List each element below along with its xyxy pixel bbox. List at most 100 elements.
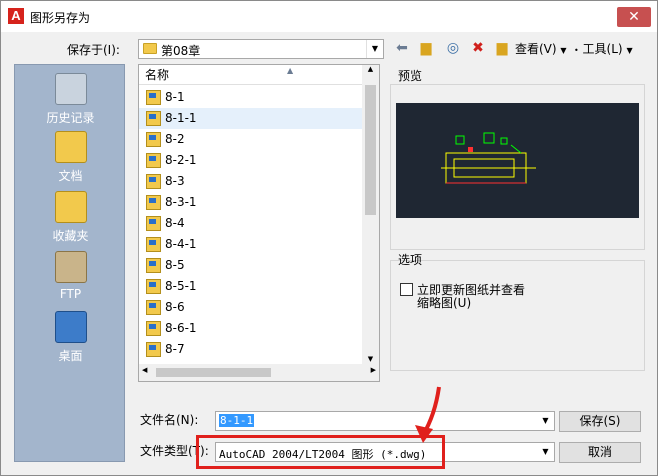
sidebar-item-label: 文档 [58,169,83,183]
file-row[interactable]: 8-2 [139,129,363,150]
file-row[interactable]: 8-5-1 [139,276,363,297]
places-sidebar: 历史记录 文档 收藏夹 FTP 桌面 [14,64,125,462]
file-row[interactable]: 8-1 [139,87,363,108]
dwg-file-icon [146,279,161,294]
file-row[interactable]: 8-1-1 [139,108,363,129]
file-row[interactable]: 8-3 [139,171,363,192]
scroll-left-icon[interactable]: ◀ [142,366,147,374]
view-menu-button[interactable]: 查看(V) ▼ [515,40,567,57]
scroll-down-icon[interactable]: ▼ [362,355,379,363]
desktop-icon [54,311,87,343]
dialog-title: 图形另存为 [30,11,91,25]
update-thumbnail-label-2: 缩略图(U) [417,296,472,310]
file-row[interactable]: 8-2-1 [139,150,363,171]
vertical-scrollbar[interactable]: ▲ ▼ [362,65,379,365]
file-row[interactable]: 8-7 [139,339,363,360]
annotation-arrow-icon [415,386,441,443]
file-row[interactable]: 8-5 [139,255,363,276]
save-in-label: 保存于(I): [67,43,120,57]
delete-icon[interactable]: ✖ [469,39,487,57]
preview-label: 预览 [398,69,423,83]
dwg-file-icon [146,195,161,210]
sort-up-icon: ▲ [287,66,294,75]
sidebar-item-history[interactable]: 历史记录 [15,73,126,126]
file-name: 8-3-1 [165,195,197,209]
options-group [390,260,645,371]
sidebar-item-documents[interactable]: 文档 [15,131,126,184]
file-list[interactable]: 名称 ▲ 8-1 8-1-1 8-2 8-2-1 8-3 8-3-1 8-4 8-4-1 8-5… [138,64,380,382]
dwg-file-icon [146,258,161,273]
chevron-down-icon: ▼ [560,46,567,55]
documents-icon [54,131,87,163]
sidebar-item-favorites[interactable]: 收藏夹 [15,191,126,244]
file-rows: 8-1 8-1-1 8-2 8-2-1 8-3 8-3-1 8-4 8-4-1 8-5 8-5-1… [139,87,363,360]
history-icon [54,73,87,105]
back-arrow-icon[interactable]: ⬅ [393,39,411,57]
save-button[interactable]: 保存(S) [559,411,641,432]
close-button[interactable]: ✕ [617,7,651,27]
file-name: 8-1 [165,90,185,104]
column-header-name[interactable]: 名称 ▲ [139,65,363,85]
sidebar-item-desktop[interactable]: 桌面 [15,311,126,364]
save-in-value: 第08章 [161,44,201,58]
dwg-file-icon [146,237,161,252]
file-row[interactable]: 8-6-1 [139,318,363,339]
new-folder-icon[interactable]: ▆ [493,39,511,57]
highlight-annotation-box [196,435,445,469]
update-thumbnail-checkbox[interactable] [400,283,413,296]
dwg-file-icon [146,300,161,315]
file-name: 8-1-1 [165,111,197,125]
autocad-logo-icon: A [8,8,24,24]
filename-value: 8-1-1 [219,414,255,427]
search-web-icon[interactable]: ◎ [444,39,462,57]
dot-icon: • [574,46,579,55]
up-folder-icon[interactable]: ▆ [417,39,435,57]
file-row[interactable]: 8-6 [139,297,363,318]
scrollbar-thumb[interactable] [365,85,376,215]
file-name: 8-7 [165,342,185,356]
file-name: 8-3 [165,174,185,188]
chevron-down-icon: ▼ [626,46,633,55]
chevron-down-icon[interactable]: ▼ [537,443,554,461]
drawing-thumbnail-icon [441,132,536,184]
dwg-file-icon [146,174,161,189]
dwg-file-icon [146,132,161,147]
sidebar-item-ftp[interactable]: FTP [15,251,126,301]
view-menu-label: 查看(V) [515,42,557,56]
folder-icon [143,43,157,54]
file-name: 8-5-1 [165,279,197,293]
file-name: 8-6-1 [165,321,197,335]
file-name: 8-5 [165,258,185,272]
scrollbar-thumb[interactable] [156,368,271,377]
save-in-dropdown[interactable]: 第08章 ▼ [138,39,384,59]
file-row[interactable]: 8-3-1 [139,192,363,213]
file-name: 8-2-1 [165,153,197,167]
filename-input[interactable]: 8-1-1 ▼ [215,411,555,431]
dwg-file-icon [146,111,161,126]
chevron-down-icon[interactable]: ▼ [537,412,554,430]
sidebar-item-label: FTP [59,287,82,301]
drawing-preview [396,103,639,218]
dwg-file-icon [146,90,161,105]
favorites-icon [54,191,87,223]
scroll-right-icon[interactable]: ▶ [371,366,376,374]
title-bar: A 图形另存为 ✕ [1,1,657,32]
scroll-up-icon[interactable]: ▲ [362,65,379,73]
file-name: 8-2 [165,132,185,146]
file-row[interactable]: 8-4-1 [139,234,363,255]
dwg-file-icon [146,216,161,231]
file-row[interactable]: 8-4 [139,213,363,234]
column-header-label: 名称 [145,68,170,82]
save-as-dialog: A 图形另存为 ✕ 保存于(I): 第08章 ▼ ⬅ ▆ ◎ ✖ ▆ 查看(V)… [0,0,658,476]
chevron-down-icon[interactable]: ▼ [366,40,383,58]
sidebar-item-label: 收藏夹 [52,229,89,243]
cancel-button[interactable]: 取消 [559,442,641,463]
horizontal-scrollbar[interactable]: ◀ ▶ [139,364,379,381]
file-name: 8-4-1 [165,237,197,251]
file-name: 8-4 [165,216,185,230]
filename-label: 文件名(N): [140,413,199,427]
tools-menu-button[interactable]: • 工具(L) ▼ [574,40,633,57]
dwg-file-icon [146,342,161,357]
tools-menu-label: 工具(L) [582,42,623,56]
options-label: 选项 [398,253,423,267]
